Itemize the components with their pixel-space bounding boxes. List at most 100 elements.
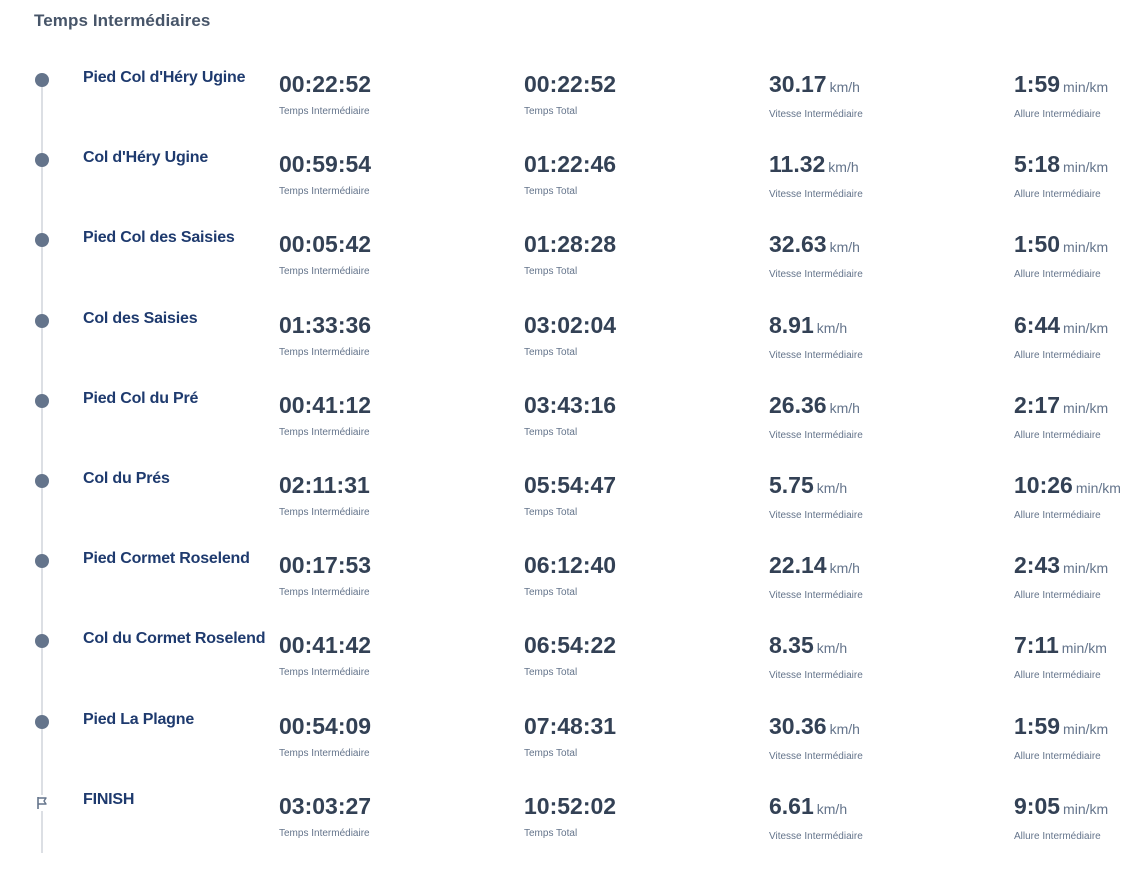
split-pace-cell: 2:17 min/km Allure Intermédiaire [1014, 391, 1108, 441]
split-speed-label: Vitesse Intermédiaire [769, 670, 863, 682]
split-pace-value: 6:44 [1014, 311, 1061, 338]
split-pace-value: 2:43 [1014, 552, 1061, 579]
split-pace-label: Allure Intermédiaire [1014, 590, 1101, 602]
split-speed-label: Vitesse Intermédiaire [769, 269, 863, 281]
pace-unit: min/km [1063, 560, 1109, 577]
split-time-cell: 00:54:09 Temps Intermédiaire [279, 712, 371, 759]
checkpoint-name: Pied Col d'Héry Ugine [83, 69, 246, 86]
total-time-label: Temps Total [524, 506, 578, 518]
split-time-cell: 00:05:42 Temps Intermédiaire [279, 230, 371, 277]
split-pace-value: 2:17 [1014, 391, 1061, 418]
split-speed-value: 30.36 [769, 712, 827, 739]
total-time-label: Temps Total [524, 106, 578, 117]
split-time-value: 02:11:31 [279, 471, 370, 498]
split-speed-cell: 30.17 km/h Vitesse Intermédiaire [769, 70, 863, 120]
checkpoint-name: Col du Prés [83, 469, 170, 487]
split-speed-cell: 8.35 km/h Vitesse Intermédiaire [769, 631, 863, 681]
checkpoint-name: Pied Cormet Roselend [83, 550, 250, 568]
dot-icon [35, 153, 49, 168]
split-speed-label: Vitesse Intermédiaire [769, 590, 863, 602]
split-row: Pied Cormet Roselend 00:17:53 Temps Inte… [0, 541, 1142, 621]
split-time-cell: 03:03:27 Temps Intermédiaire [279, 792, 371, 839]
split-row: Pied Col des Saisies 00:05:42 Temps Inte… [0, 220, 1142, 300]
split-time-value: 00:54:09 [279, 712, 372, 739]
pace-unit: min/km [1063, 159, 1109, 176]
split-pace-cell: 1:50 min/km Allure Intermédiaire [1014, 230, 1108, 280]
splits-list: Pied Col d'Héry Ugine 00:22:52 Temps Int… [0, 60, 1142, 862]
pace-unit: min/km [1063, 79, 1109, 95]
split-pace-value: 7:11 [1014, 632, 1059, 659]
dot-icon [35, 73, 49, 87]
split-speed-value: 30.17 [769, 71, 827, 97]
total-time-cell: 00:22:52 Temps Total [524, 70, 616, 117]
dot-icon [35, 554, 49, 569]
total-time-cell: 10:52:02 Temps Total [524, 792, 616, 839]
total-time-label: Temps Total [524, 587, 578, 599]
pace-unit: min/km [1063, 239, 1109, 256]
split-speed-cell: 32.63 km/h Vitesse Intermédiaire [769, 230, 863, 280]
split-time-cell: 00:41:12 Temps Intermédiaire [279, 391, 371, 438]
split-speed-label: Vitesse Intermédiaire [769, 109, 863, 120]
split-pace-cell: 1:59 min/km Allure Intermédiaire [1014, 712, 1108, 762]
total-time-label: Temps Total [524, 186, 578, 198]
checkpoint-name: Pied Col du Pré [83, 389, 199, 407]
split-time-label: Temps Intermédiaire [279, 186, 370, 198]
split-pace-value: 9:05 [1014, 792, 1061, 819]
total-time-value: 05:54:47 [524, 471, 617, 498]
split-pace-cell: 9:05 min/km Allure Intermédiaire [1014, 792, 1108, 842]
split-row: Col d'Héry Ugine 00:59:54 Temps Interméd… [0, 140, 1142, 220]
split-row: Pied La Plagne 00:54:09 Temps Intermédia… [0, 702, 1142, 782]
split-time-label: Temps Intermédiaire [279, 747, 370, 759]
checkpoint-name: Col d'Héry Ugine [83, 149, 209, 167]
split-speed-label: Vitesse Intermédiaire [769, 429, 863, 441]
split-speed-cell: 8.91 km/h Vitesse Intermédiaire [769, 311, 863, 361]
checkpoint-name: Pied La Plagne [83, 710, 195, 728]
split-speed-label: Vitesse Intermédiaire [769, 830, 863, 842]
speed-unit: km/h [828, 159, 859, 176]
pace-unit: min/km [1063, 800, 1109, 817]
split-time-cell: 00:22:52 Temps Intermédiaire [279, 70, 371, 117]
total-time-value: 10:52:02 [524, 792, 617, 819]
checkpoint-name: FINISH [83, 790, 135, 808]
split-time-value: 00:22:52 [279, 71, 372, 97]
total-time-label: Temps Total [524, 266, 578, 278]
split-time-cell: 02:11:31 Temps Intermédiaire [279, 471, 370, 518]
split-time-value: 00:05:42 [279, 231, 372, 258]
checkpoint-name: Pied Col des Saisies [83, 229, 235, 247]
total-time-cell: 01:28:28 Temps Total [524, 230, 616, 277]
speed-unit: km/h [816, 640, 848, 657]
split-speed-label: Vitesse Intermédiaire [769, 509, 863, 521]
split-pace-value: 10:26 [1014, 471, 1073, 498]
checkpoint-name: Col des Saisies [83, 309, 198, 327]
split-speed-label: Vitesse Intermédiaire [769, 189, 863, 201]
split-pace-cell: 10:26 min/km Allure Intermédiaire [1014, 471, 1121, 521]
split-speed-cell: 5.75 km/h Vitesse Intermédiaire [769, 471, 863, 521]
total-time-cell: 01:22:46 Temps Total [524, 150, 616, 197]
split-time-label: Temps Intermédiaire [279, 106, 370, 117]
total-time-value: 03:43:16 [524, 391, 617, 418]
split-speed-value: 22.14 [769, 552, 827, 579]
split-pace-label: Allure Intermédiaire [1014, 109, 1101, 120]
dot-icon [35, 393, 49, 408]
split-time-cell: 00:17:53 Temps Intermédiaire [279, 551, 371, 598]
split-pace-cell: 2:43 min/km Allure Intermédiaire [1014, 551, 1108, 601]
split-speed-value: 8.35 [769, 632, 814, 659]
split-speed-cell: 30.36 km/h Vitesse Intermédiaire [769, 712, 863, 762]
split-time-cell: 01:33:36 Temps Intermédiaire [279, 311, 371, 358]
total-time-cell: 07:48:31 Temps Total [524, 712, 616, 759]
split-pace-label: Allure Intermédiaire [1014, 269, 1101, 281]
split-speed-cell: 6.61 km/h Vitesse Intermédiaire [769, 792, 863, 842]
pace-unit: min/km [1063, 399, 1109, 416]
total-time-value: 01:28:28 [524, 231, 617, 258]
split-row: Pied Col d'Héry Ugine 00:22:52 Temps Int… [0, 60, 1142, 140]
speed-unit: km/h [816, 319, 848, 336]
dot-icon [35, 233, 49, 248]
split-time-value: 00:17:53 [279, 552, 372, 579]
split-speed-value: 11.32 [769, 151, 826, 178]
total-time-cell: 03:02:04 Temps Total [524, 311, 616, 358]
split-pace-label: Allure Intermédiaire [1014, 349, 1101, 361]
total-time-value: 06:12:40 [524, 552, 617, 579]
split-row: Pied Col du Pré 00:41:12 Temps Intermédi… [0, 381, 1142, 461]
split-speed-value: 5.75 [769, 471, 814, 498]
total-time-label: Temps Total [524, 827, 578, 839]
